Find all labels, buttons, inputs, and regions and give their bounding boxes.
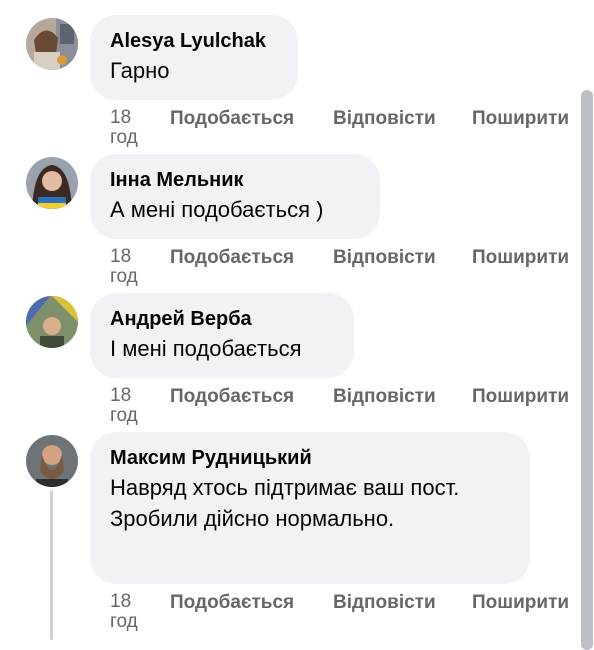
like-button[interactable]: Подобається — [170, 386, 294, 408]
comment-bubble: Андрей Верба І мені подобається — [90, 293, 354, 378]
scrollbar[interactable] — [581, 90, 593, 650]
user-photo-icon — [26, 157, 78, 209]
comment-author[interactable]: Інна Мельник — [110, 166, 360, 194]
comment-text: І мені подобається — [110, 336, 302, 361]
comment-time[interactable]: 18 год — [110, 108, 150, 148]
avatar[interactable] — [26, 296, 78, 348]
comment-bubble: Інна Мельник А мені подобається ) — [90, 154, 380, 239]
share-button[interactable]: Поширити — [472, 108, 569, 130]
share-button[interactable]: Поширити — [472, 247, 569, 269]
reply-button[interactable]: Відповісти — [333, 592, 436, 614]
comment-author[interactable]: Alesya Lyulchak — [110, 27, 278, 55]
avatar[interactable] — [26, 157, 78, 209]
user-photo-icon — [26, 18, 78, 70]
comment-bubble: Alesya Lyulchak Гарно — [90, 15, 298, 100]
comment-text: Гарно — [110, 58, 170, 83]
share-button[interactable]: Поширити — [472, 386, 569, 408]
user-photo-icon — [26, 435, 78, 487]
comment-text: А мені подобається ) — [110, 197, 324, 222]
avatar[interactable] — [26, 435, 78, 487]
reply-button[interactable]: Відповісти — [333, 247, 436, 269]
reply-thread-line — [50, 490, 53, 640]
comment-bubble: Максим Рудницький Навряд хтось підтримає… — [90, 432, 530, 584]
share-button[interactable]: Поширити — [472, 592, 569, 614]
comment-time[interactable]: 18 год — [110, 247, 150, 287]
comment-text: Навряд хтось підтримає ваш пост. Зробили… — [110, 475, 460, 531]
comment-time[interactable]: 18 год — [110, 386, 150, 426]
comment-author[interactable]: Максим Рудницький — [110, 444, 510, 472]
user-photo-icon — [26, 296, 78, 348]
reply-button[interactable]: Відповісти — [333, 386, 436, 408]
like-button[interactable]: Подобається — [170, 247, 294, 269]
comment-time[interactable]: 18 год — [110, 592, 150, 632]
reply-button[interactable]: Відповісти — [333, 108, 436, 130]
like-button[interactable]: Подобається — [170, 592, 294, 614]
avatar[interactable] — [26, 18, 78, 70]
like-button[interactable]: Подобається — [170, 108, 294, 130]
comment-author[interactable]: Андрей Верба — [110, 305, 334, 333]
